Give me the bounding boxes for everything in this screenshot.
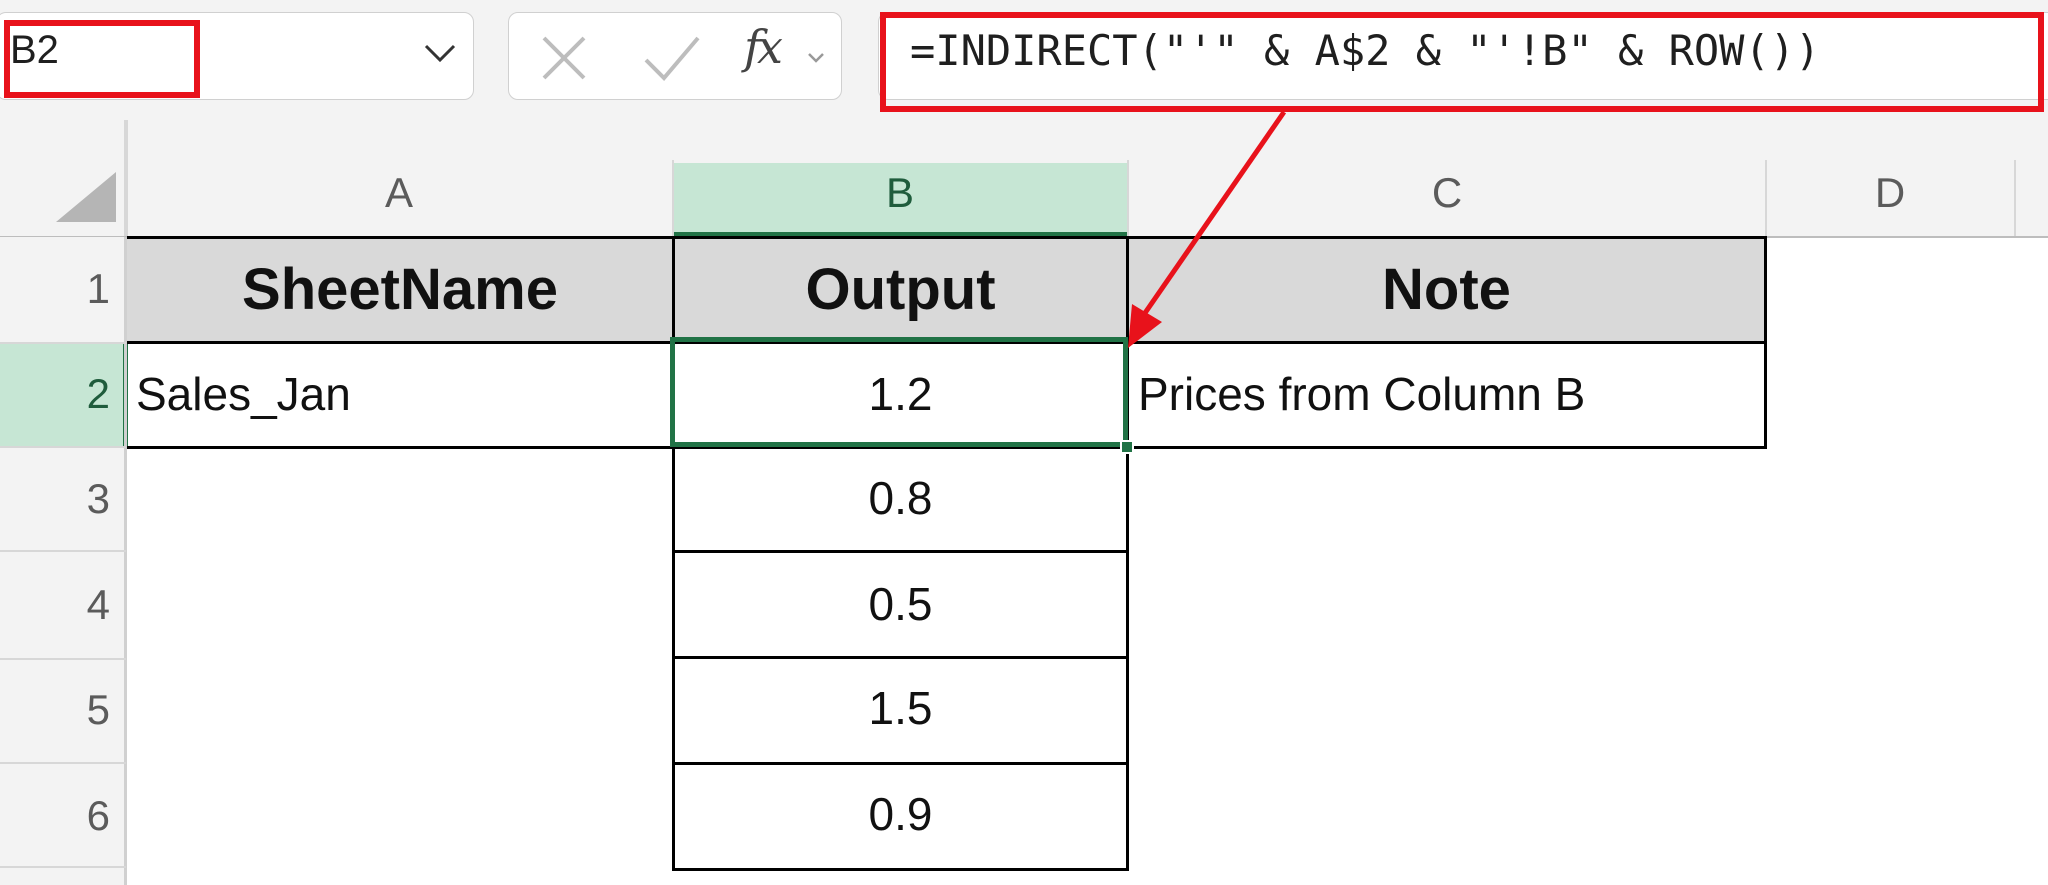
column-header-b[interactable]: B bbox=[672, 172, 1128, 214]
row-header-5[interactable]: 5 bbox=[0, 689, 110, 731]
table-border bbox=[672, 656, 1129, 659]
cell-b4[interactable]: 0.5 bbox=[673, 552, 1128, 656]
row-header-4[interactable]: 4 bbox=[0, 584, 110, 626]
row-header-3[interactable]: 3 bbox=[0, 478, 110, 520]
formula-highlight bbox=[880, 12, 2044, 112]
row-divider[interactable] bbox=[0, 866, 126, 868]
row-header-bar bbox=[0, 237, 126, 885]
cell-b5[interactable]: 1.5 bbox=[673, 656, 1128, 760]
annotation-arrow bbox=[1128, 110, 1287, 348]
cell-a1[interactable]: SheetName bbox=[127, 237, 673, 343]
cell-a2[interactable]: Sales_Jan bbox=[136, 342, 666, 446]
chevron-down-icon[interactable] bbox=[420, 38, 460, 68]
column-header-a[interactable]: A bbox=[126, 172, 672, 214]
row-header-2[interactable]: 2 bbox=[0, 373, 110, 415]
active-cell-outline bbox=[670, 337, 1128, 447]
row-divider[interactable] bbox=[0, 658, 126, 660]
cell-b1[interactable]: Output bbox=[673, 237, 1128, 343]
cell-b3[interactable]: 0.8 bbox=[673, 446, 1128, 550]
row-divider[interactable] bbox=[0, 550, 126, 552]
row-header-1[interactable]: 1 bbox=[0, 268, 110, 310]
table-border bbox=[127, 236, 1767, 239]
row-divider[interactable] bbox=[0, 446, 126, 448]
check-icon[interactable] bbox=[642, 32, 702, 84]
fx-chevron-icon[interactable] bbox=[806, 50, 826, 66]
table-border bbox=[672, 236, 675, 870]
close-icon[interactable] bbox=[538, 32, 590, 84]
column-divider[interactable] bbox=[2014, 160, 2016, 236]
row-header-6[interactable]: 6 bbox=[0, 795, 110, 837]
table-border bbox=[672, 762, 1129, 765]
row-divider[interactable] bbox=[0, 342, 126, 344]
table-border bbox=[672, 550, 1129, 553]
cell-b6[interactable]: 0.9 bbox=[673, 762, 1128, 866]
fx-icon[interactable]: fx bbox=[744, 24, 783, 70]
fill-handle[interactable] bbox=[1120, 440, 1134, 454]
row-divider[interactable] bbox=[0, 762, 126, 764]
select-all-triangle-icon[interactable] bbox=[56, 172, 116, 222]
name-box-highlight bbox=[4, 20, 200, 98]
table-border bbox=[1764, 236, 1767, 448]
column-header-d[interactable]: D bbox=[1766, 172, 2014, 214]
table-border bbox=[672, 868, 1129, 871]
